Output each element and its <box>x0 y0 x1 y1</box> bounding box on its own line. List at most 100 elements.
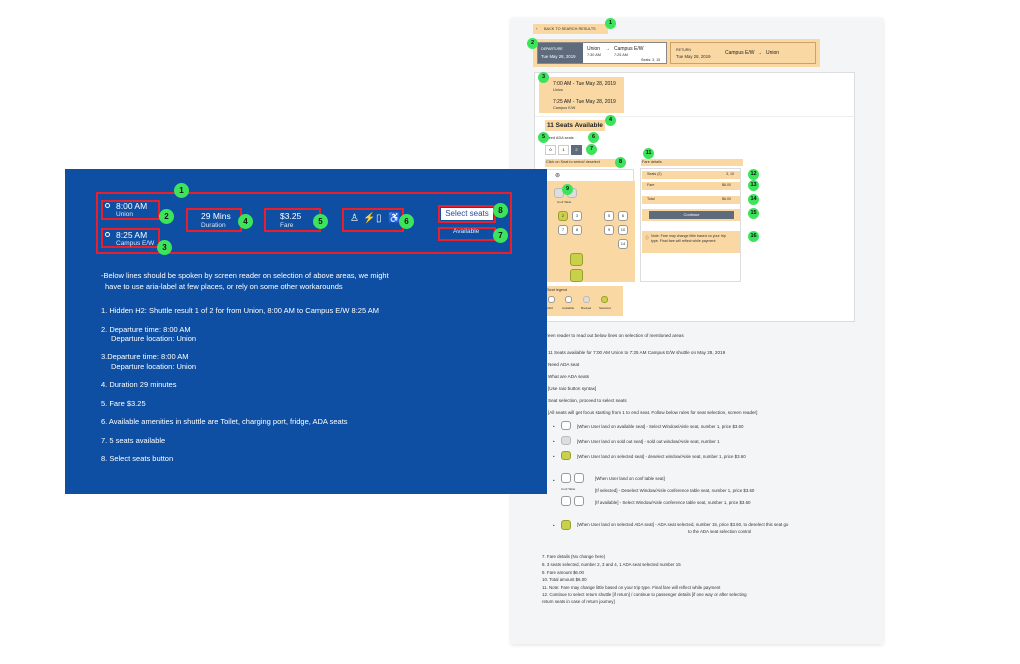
legend-available-icon <box>565 296 572 303</box>
badge-16: 16 <box>748 231 759 242</box>
footer-line: return seats in case of return journey] <box>542 599 615 604</box>
seat-rule: [When User land on available seat] - Sel… <box>577 424 744 429</box>
badge-5: 5 <box>538 132 549 143</box>
departure-date: Tue May 28, 2019 <box>541 54 576 59</box>
badge-8: 8 <box>615 157 626 168</box>
seat-rule: [When User land on selected seat] - dese… <box>577 454 746 459</box>
select-seats-button[interactable]: Select seats <box>441 208 493 220</box>
note-item: 5. Fare $3.25 <box>101 399 146 408</box>
fare-label: Fare <box>280 222 294 229</box>
seat-count-selector[interactable]: 0 1 2 <box>545 145 582 155</box>
fare-box: Seats (2) 3, 15 Fare $6.00 Total $6.00 C… <box>640 168 741 282</box>
seats-available-heading: 11 Seats Available <box>545 120 605 131</box>
availability-text: Available <box>453 228 480 235</box>
seat[interactable]: 9 <box>604 225 614 235</box>
seat[interactable]: 6 <box>618 211 628 221</box>
badge-6: 6 <box>399 214 414 229</box>
departure-time: 8:00 AM <box>116 201 148 211</box>
click-seat-hint: Click on Seat to select/ deselect <box>545 159 623 167</box>
bullet-icon: • <box>553 523 555 528</box>
arrival-time: 8:25 AM <box>116 230 148 240</box>
selected-seat-icon <box>561 451 571 460</box>
timeline-dot-icon <box>105 203 110 208</box>
seat-grid: Conf Table 2 3 5 6 7 8 9 10 14 <box>546 181 635 282</box>
legend-label: Available <box>562 306 575 310</box>
conf-rule: [When User land on conf table seat] <box>595 476 665 481</box>
continue-button[interactable]: Continue <box>649 211 734 219</box>
count-option[interactable]: 0 <box>545 145 556 155</box>
badge-2: 2 <box>527 38 538 49</box>
fare-row-label: Fare <box>647 183 655 187</box>
seat[interactable]: 3 <box>572 211 582 221</box>
tab-departure[interactable]: DEPARTURE Tue May 28, 2019 Union → Campu… <box>537 42 667 64</box>
trip-tabs: DEPARTURE Tue May 28, 2019 Union → Campu… <box>533 39 820 67</box>
badge-6: 6 <box>588 132 599 143</box>
seat[interactable]: 7 <box>558 225 568 235</box>
ada-seat[interactable] <box>570 253 583 266</box>
arrival-location: Campus E/W <box>116 240 155 247</box>
duration-label: Duration <box>201 222 226 229</box>
conf-seat-icon <box>574 473 584 483</box>
toilet-icon: ♙ <box>350 213 359 224</box>
count-option-selected[interactable]: 2 <box>571 145 582 155</box>
legend-title: Seat legend <box>547 288 568 292</box>
legend-selected-icon <box>601 296 608 303</box>
fare-row-label: Total <box>647 197 655 201</box>
footer-line: 12. Continue to select return shuttle [i… <box>542 592 747 597</box>
badge-8: 8 <box>493 203 508 218</box>
spec-document: ‹ BACK TO SEARCH RESULTS 1 DEPARTURE Tue… <box>511 18 883 644</box>
badge-13: 13 <box>748 180 759 191</box>
chevron-left-icon: ‹ <box>536 26 538 31</box>
legend-booked-icon <box>583 296 590 303</box>
badge-2: 2 <box>159 209 174 224</box>
badge-14: 14 <box>748 194 759 205</box>
fare-row-label: Seats (2) <box>647 172 662 176</box>
seat[interactable]: 5 <box>604 211 614 221</box>
seats-available-text: 11 Seats Available <box>547 122 603 129</box>
return-from: Campus E/W <box>725 50 755 56</box>
fare-row: Fare $6.00 <box>642 182 740 190</box>
sold-seat-icon <box>561 436 571 445</box>
fare-row-value: 3, 15 <box>726 172 734 176</box>
charging-port-icon: ⚡ <box>363 213 376 224</box>
departure-time-from: 7:30 AM <box>587 53 601 57</box>
fridge-icon: ▯ <box>376 213 382 224</box>
badge-5: 5 <box>313 214 328 229</box>
conf-rule: [If available] - Select Window/Aisle con… <box>595 500 751 505</box>
seat[interactable]: 14 <box>618 239 628 249</box>
tab-return[interactable]: RETURN Tue May 28, 2019 Campus E/W → Uni… <box>670 42 816 64</box>
instruction-line: Screen reader to read out below lines on… <box>541 333 684 338</box>
legend-label: Selected <box>599 306 611 310</box>
seat[interactable]: 10 <box>618 225 628 235</box>
footer-line: 9. Fare amount $6.00 <box>542 570 584 575</box>
badge-7: 7 <box>586 144 597 155</box>
badge-12: 12 <box>748 169 759 180</box>
ada-seat[interactable] <box>570 269 583 282</box>
return-date: Tue May 28, 2019 <box>676 54 711 59</box>
instruction-line: [Use raio button syntax] <box>548 386 597 391</box>
conf-table-label: Conf Table <box>561 487 576 491</box>
ada-label: Need ADA seats <box>546 136 574 140</box>
badge-4: 4 <box>238 214 253 229</box>
badge-1: 1 <box>605 18 616 29</box>
fare-row: Total $6.00 <box>642 196 740 204</box>
fare-row-value: $6.00 <box>722 197 731 201</box>
click-seat-text: Click on Seat to select/ deselect <box>546 160 600 164</box>
fare-value: $3.25 <box>280 211 302 221</box>
bullet-icon: • <box>553 424 555 429</box>
back-to-results-link[interactable]: ‹ BACK TO SEARCH RESULTS <box>533 24 608 34</box>
footer-line: 7. Fare details (No change here) <box>542 554 606 559</box>
conf-seat-icon <box>561 473 571 483</box>
seat-selected[interactable]: 2 <box>558 211 568 221</box>
instruction-line: Seat selection, proceed to select seats <box>548 398 627 403</box>
steering-wheel-icon: ⊚ <box>555 173 561 179</box>
seat-selection-panel: 7:00 AM - Tue May 28, 2019 Union 7:25 AM… <box>534 72 856 322</box>
seat[interactable]: 8 <box>572 225 582 235</box>
bullet-icon: • <box>553 454 555 459</box>
note-item: 2. Departure time: 8:00 AM <box>101 325 191 334</box>
note-item: 1. Hidden H2: Shuttle result 1 of 2 for … <box>101 306 380 315</box>
departure-label-box: DEPARTURE Tue May 28, 2019 <box>538 43 583 63</box>
count-option[interactable]: 1 <box>558 145 569 155</box>
departure-from: Union <box>587 46 601 52</box>
intro-line: have to use aria-label at few places, or… <box>105 282 343 291</box>
